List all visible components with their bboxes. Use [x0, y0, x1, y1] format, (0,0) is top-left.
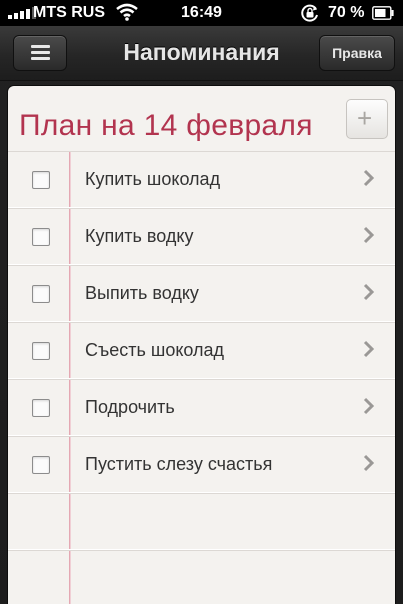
reminder-label: Подрочить — [85, 397, 175, 417]
reminder-checkbox[interactable] — [32, 285, 50, 303]
battery-percent: 70 % — [328, 4, 365, 21]
plus-icon: + — [357, 103, 373, 133]
empty-row[interactable] — [8, 550, 395, 604]
navigation-bar: Напоминания Правка — [0, 26, 403, 81]
empty-row[interactable] — [8, 493, 395, 550]
reminder-checkbox[interactable] — [32, 228, 50, 246]
reminder-row[interactable]: Купить водку — [8, 208, 395, 265]
reminder-label: Купить водку — [85, 226, 194, 246]
reminder-label: Выпить водку — [85, 283, 199, 303]
reminder-label: Купить шоколад — [85, 169, 221, 189]
chevron-right-icon — [363, 226, 375, 244]
reminder-row[interactable]: Купить шоколад — [8, 151, 395, 208]
chevron-right-icon — [363, 283, 375, 301]
reminder-checkbox[interactable] — [32, 456, 50, 474]
edit-button[interactable]: Правка — [319, 35, 395, 71]
chevron-right-icon — [363, 340, 375, 358]
chevron-right-icon — [363, 454, 375, 472]
reminder-list: Купить шоколад Купить водку Выпить водку… — [8, 151, 395, 604]
reminder-label: Съесть шоколад — [85, 340, 225, 360]
reminders-screen: MTS RUS 16:49 70 % Напоминания Правка Пл… — [0, 0, 403, 604]
add-reminder-button[interactable]: + — [346, 99, 388, 139]
chevron-right-icon — [363, 169, 375, 187]
reminder-label: Пустить слезу счастья — [85, 454, 273, 474]
reminder-row[interactable]: Пустить слезу счастья — [8, 436, 395, 493]
reminder-list-paper: План на 14 февраля + Купить шоколад Купи… — [8, 86, 395, 604]
rotation-lock-icon — [301, 4, 318, 22]
reminder-checkbox[interactable] — [32, 342, 50, 360]
reminder-row[interactable]: Съесть шоколад — [8, 322, 395, 379]
reminder-row[interactable]: Подрочить — [8, 379, 395, 436]
reminder-checkbox[interactable] — [32, 171, 50, 189]
battery-icon — [372, 6, 394, 20]
list-title: План на 14 февраля — [19, 109, 313, 142]
status-bar: MTS RUS 16:49 70 % — [0, 0, 403, 26]
chevron-right-icon — [363, 397, 375, 415]
reminder-checkbox[interactable] — [32, 399, 50, 417]
reminder-row[interactable]: Выпить водку — [8, 265, 395, 322]
